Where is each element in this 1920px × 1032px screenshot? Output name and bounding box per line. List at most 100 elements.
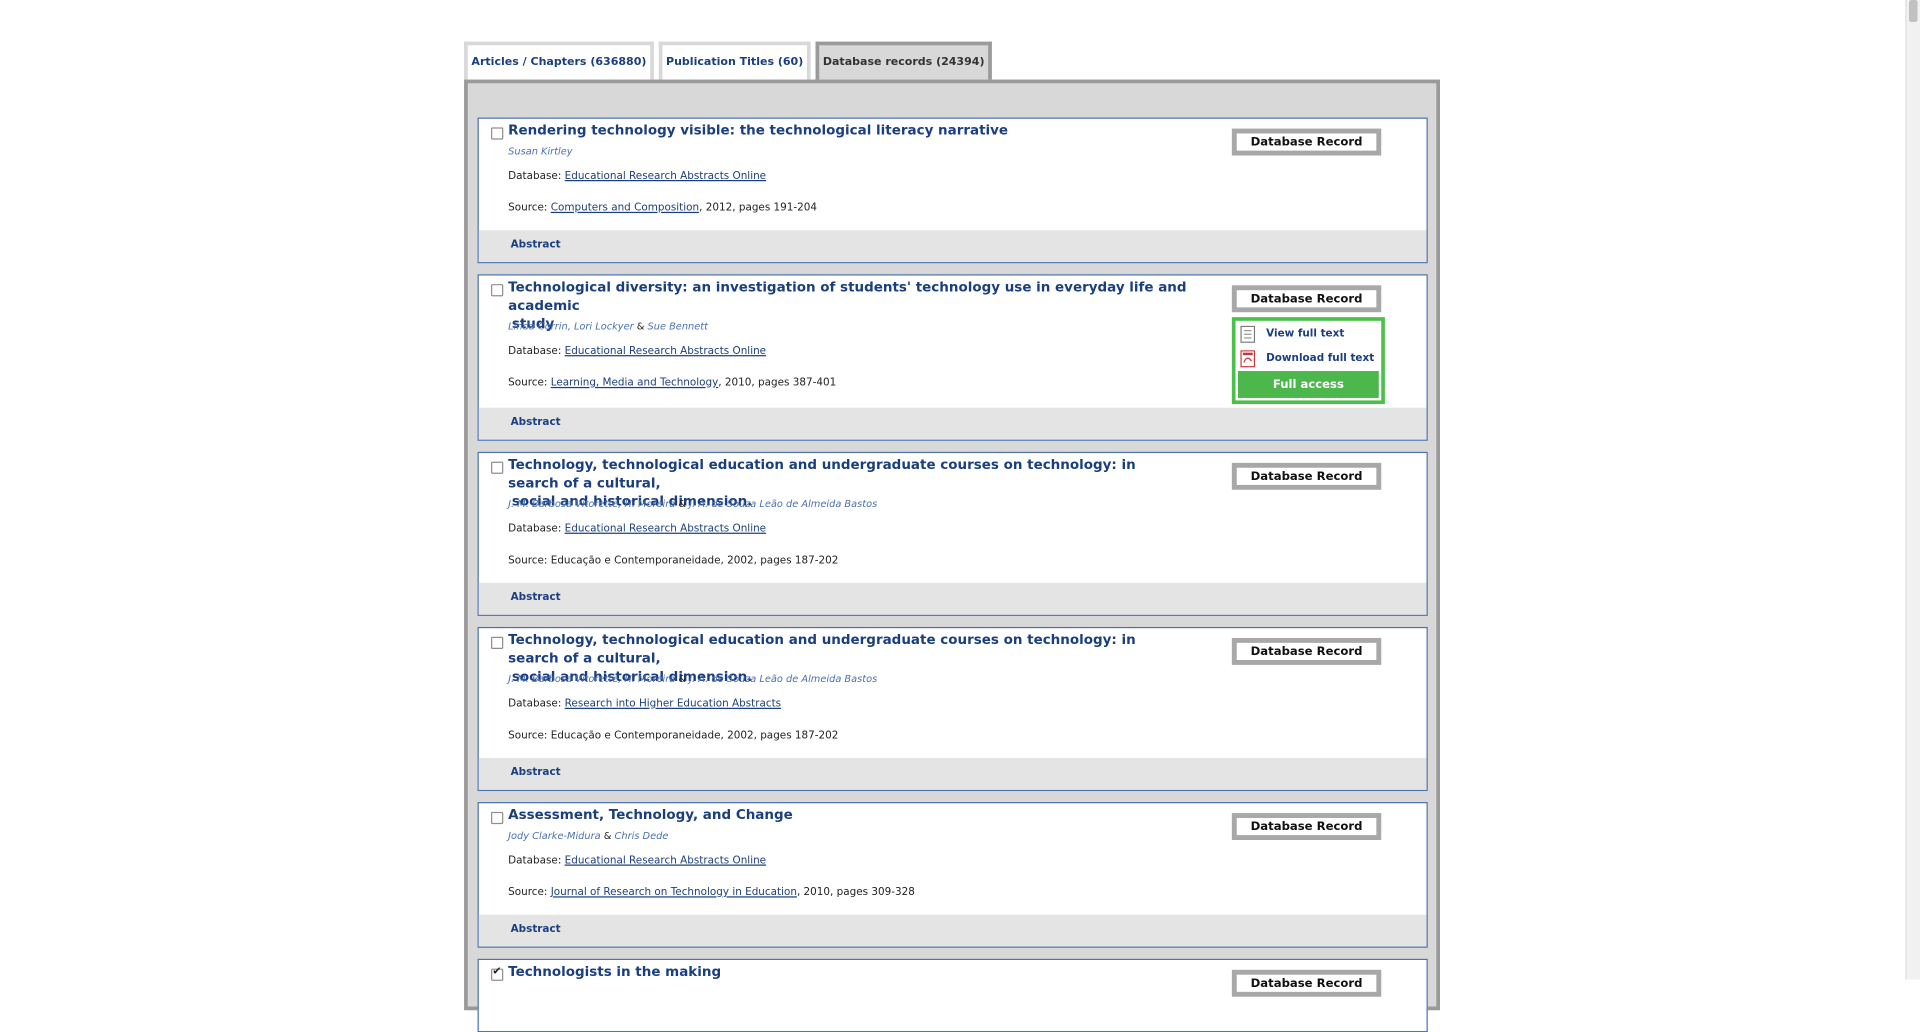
abstract-toggle[interactable]: Abstract xyxy=(511,767,561,779)
abstract-bar: Abstract xyxy=(478,914,1427,947)
select-checkbox[interactable] xyxy=(491,127,504,140)
record-database: Database: Educational Research Abstracts… xyxy=(508,855,766,867)
author-link[interactable]: Chris Dede xyxy=(615,830,669,841)
author-link[interactable]: Jody Clarke-Midura xyxy=(508,830,600,841)
record-authors: J. M. Barbosa Vitorette, H. Moreira & J.… xyxy=(508,673,878,685)
page: results Articles / Chapters (636880) Pub… xyxy=(0,0,1920,1032)
abstract-bar: Abstract xyxy=(478,757,1427,790)
database-link[interactable]: Educational Research Abstracts Online xyxy=(565,170,766,182)
database-link[interactable]: Educational Research Abstracts Online xyxy=(565,345,766,357)
record-title-line: Technology, technological education and … xyxy=(508,456,1136,492)
abstract-bar: Abstract xyxy=(478,407,1427,440)
tab-database-records[interactable]: Database records (24394) xyxy=(815,41,992,80)
database-record-button[interactable]: Database Record xyxy=(1231,128,1382,156)
database-link[interactable]: Educational Research Abstracts Online xyxy=(565,523,766,535)
select-checkbox[interactable] xyxy=(491,636,504,649)
author-link[interactable]: Lori Lockyer xyxy=(574,321,634,332)
select-checkbox[interactable] xyxy=(491,284,504,297)
source-label: Source: xyxy=(508,554,551,567)
vertical-scrollbar[interactable] xyxy=(1905,0,1920,980)
author-link[interactable]: H. Moreira xyxy=(624,673,675,684)
record-item: Assessment, Technology, and Change Jody … xyxy=(477,802,1428,948)
source-details: Educação e Contemporaneidade, 2002, page… xyxy=(550,729,839,743)
author-link[interactable]: J. A. de Souza Leão de Almeida Bastos xyxy=(689,498,877,509)
source-details: , 2010, pages 309-328 xyxy=(796,886,915,899)
database-label: Database: xyxy=(508,697,565,711)
record-database: Database: Educational Research Abstracts… xyxy=(508,345,766,357)
record-title-line: Technological diversity: an investigatio… xyxy=(508,279,1187,314)
abstract-toggle[interactable]: Abstract xyxy=(511,923,561,935)
author-link[interactable]: J. A. de Souza Leão de Almeida Bastos xyxy=(689,673,877,684)
database-label: Database: xyxy=(508,522,565,536)
record-database: Database: Educational Research Abstracts… xyxy=(508,523,766,535)
record-authors: J. M. Barbosa Vitorette, H. Moreira & J.… xyxy=(508,498,878,510)
author-link[interactable]: Sue Bennett xyxy=(648,321,708,332)
abstract-toggle[interactable]: Abstract xyxy=(511,591,561,603)
select-checkbox[interactable] xyxy=(491,461,504,474)
results-caption: results xyxy=(1166,0,1203,4)
abstract-bar: Abstract xyxy=(478,582,1427,615)
document-icon xyxy=(1240,325,1256,343)
abstract-toggle[interactable]: Abstract xyxy=(511,239,561,251)
pdf-icon xyxy=(1240,350,1256,368)
record-source: Source: Journal of Research on Technolog… xyxy=(508,887,915,899)
record-item: Rendering technology visible: the techno… xyxy=(477,117,1428,264)
tab-publication-titles[interactable]: Publication Titles (60) xyxy=(658,41,811,80)
result-tabs: Articles / Chapters (636880) Publication… xyxy=(464,41,997,80)
database-record-button[interactable]: Database Record xyxy=(1231,285,1382,313)
database-label: Database: xyxy=(508,854,565,867)
record-source: Source: Learning, Media and Technology, … xyxy=(508,377,836,389)
download-full-text-link[interactable]: Download full text xyxy=(1240,350,1375,368)
database-link[interactable]: Research into Higher Education Abstracts xyxy=(565,698,781,710)
record-item: Technologists in the making Database Rec… xyxy=(477,958,1428,1032)
source-details: , 2012, pages 191-204 xyxy=(699,202,818,215)
source-label: Source: xyxy=(508,202,551,215)
record-source: Source: Educação e Contemporaneidade, 20… xyxy=(508,555,838,567)
record-authors: Linda Corrin, Lori Lockyer & Sue Bennett xyxy=(508,320,708,332)
record-source: Source: Educação e Contemporaneidade, 20… xyxy=(508,730,838,742)
source-details: Educação e Contemporaneidade, 2002, page… xyxy=(550,554,839,567)
view-full-text-link[interactable]: View full text xyxy=(1240,325,1345,343)
database-record-button[interactable]: Database Record xyxy=(1231,813,1382,841)
database-label: Database: xyxy=(508,345,565,358)
full-access-button[interactable]: Full access xyxy=(1237,371,1379,398)
database-record-button[interactable]: Database Record xyxy=(1231,637,1382,665)
author-link[interactable]: Linda Corrin xyxy=(508,321,568,332)
results-panel: Rendering technology visible: the techno… xyxy=(464,79,1441,1032)
author-link[interactable]: J. M. Barbosa Vitorette xyxy=(508,673,618,684)
abstract-bar: Abstract xyxy=(478,230,1427,263)
source-details: , 2010, pages 387-401 xyxy=(718,377,837,390)
source-link[interactable]: Learning, Media and Technology xyxy=(551,377,719,389)
download-full-text-label: Download full text xyxy=(1266,352,1375,365)
database-record-button[interactable]: Database Record xyxy=(1231,462,1382,490)
record-item: Technology, technological education and … xyxy=(477,626,1428,792)
database-record-button[interactable]: Database Record xyxy=(1231,969,1382,997)
record-authors: Jody Clarke-Midura & Chris Dede xyxy=(508,830,669,842)
record-title-line: Technology, technological education and … xyxy=(508,631,1136,667)
database-link[interactable]: Educational Research Abstracts Online xyxy=(565,855,766,867)
abstract-toggle[interactable]: Abstract xyxy=(511,416,561,428)
source-label: Source: xyxy=(508,886,551,899)
source-link[interactable]: Journal of Research on Technology in Edu… xyxy=(551,887,797,899)
record-item: Technological diversity: an investigatio… xyxy=(477,274,1428,441)
record-source: Source: Computers and Composition, 2012,… xyxy=(508,202,817,214)
tab-articles-chapters[interactable]: Articles / Chapters (636880) xyxy=(464,41,654,80)
record-database: Database: Educational Research Abstracts… xyxy=(508,170,766,182)
author-link[interactable]: Susan Kirtley xyxy=(508,146,572,157)
record-item: Technology, technological education and … xyxy=(477,451,1428,616)
record-database: Database: Research into Higher Education… xyxy=(508,698,781,710)
source-label: Source: xyxy=(508,377,551,390)
record-title[interactable]: Assessment, Technology, and Change xyxy=(508,806,1188,824)
record-authors: Susan Kirtley xyxy=(508,146,572,157)
author-link[interactable]: H. Moreira xyxy=(624,498,675,509)
author-link[interactable]: J. M. Barbosa Vitorette xyxy=(508,498,618,509)
full-text-box: View full text Download full text Full a… xyxy=(1231,317,1385,405)
source-label: Source: xyxy=(508,729,551,743)
view-full-text-label: View full text xyxy=(1266,328,1345,341)
scrollbar-thumb[interactable] xyxy=(1908,0,1918,23)
database-label: Database: xyxy=(508,170,565,183)
record-title[interactable]: Rendering technology visible: the techno… xyxy=(508,121,1188,139)
select-checkbox[interactable] xyxy=(491,811,504,825)
source-link[interactable]: Computers and Composition xyxy=(551,202,699,214)
record-title[interactable]: Technologists in the making xyxy=(508,962,1188,980)
